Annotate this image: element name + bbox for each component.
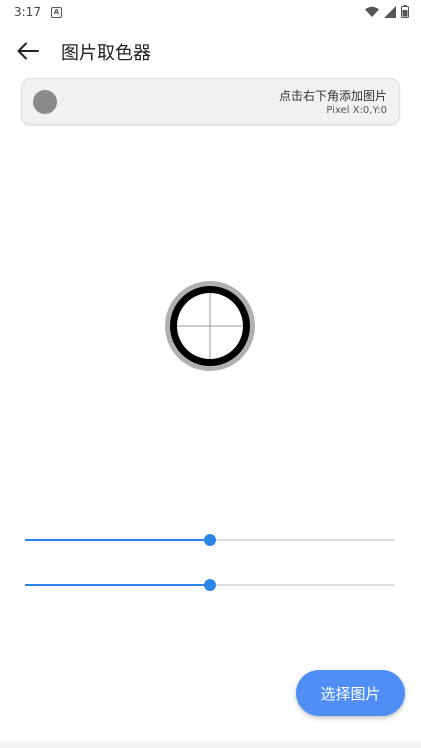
a-badge-icon: A [50, 6, 62, 18]
color-info-card: 点击右下角添加图片 Pixel X:0,Y:0 [21, 78, 400, 125]
status-bar: 3:17 A [0, 0, 421, 24]
back-button[interactable] [12, 36, 44, 66]
slider-thumb[interactable] [204, 579, 216, 591]
color-swatch [33, 90, 57, 114]
slider-thumb[interactable] [204, 534, 216, 546]
slider-fill [25, 539, 210, 541]
slider-1[interactable] [25, 530, 395, 550]
arrow-left-icon [17, 42, 39, 60]
cellular-icon [384, 5, 396, 18]
add-image-hint: 点击右下角添加图片 [278, 89, 387, 103]
page-title: 图片取色器 [61, 43, 151, 64]
pixel-coordinates: Pixel X:0,Y:0 [326, 105, 387, 116]
slider-2[interactable] [25, 575, 395, 595]
status-time: 3:17 [14, 5, 41, 19]
screen: 3:17 A 图片取色器 点击右下角添加图片 Pixel X:0,Y:0 选择图… [0, 0, 421, 748]
select-image-button[interactable]: 选择图片 [296, 670, 405, 716]
navigation-bar [0, 742, 421, 748]
status-icons [365, 5, 409, 18]
wifi-icon [365, 6, 379, 17]
slider-fill [25, 584, 210, 586]
color-picker-crosshair[interactable] [164, 280, 256, 372]
battery-icon [401, 5, 409, 18]
app-bar: 图片取色器 [0, 28, 421, 74]
